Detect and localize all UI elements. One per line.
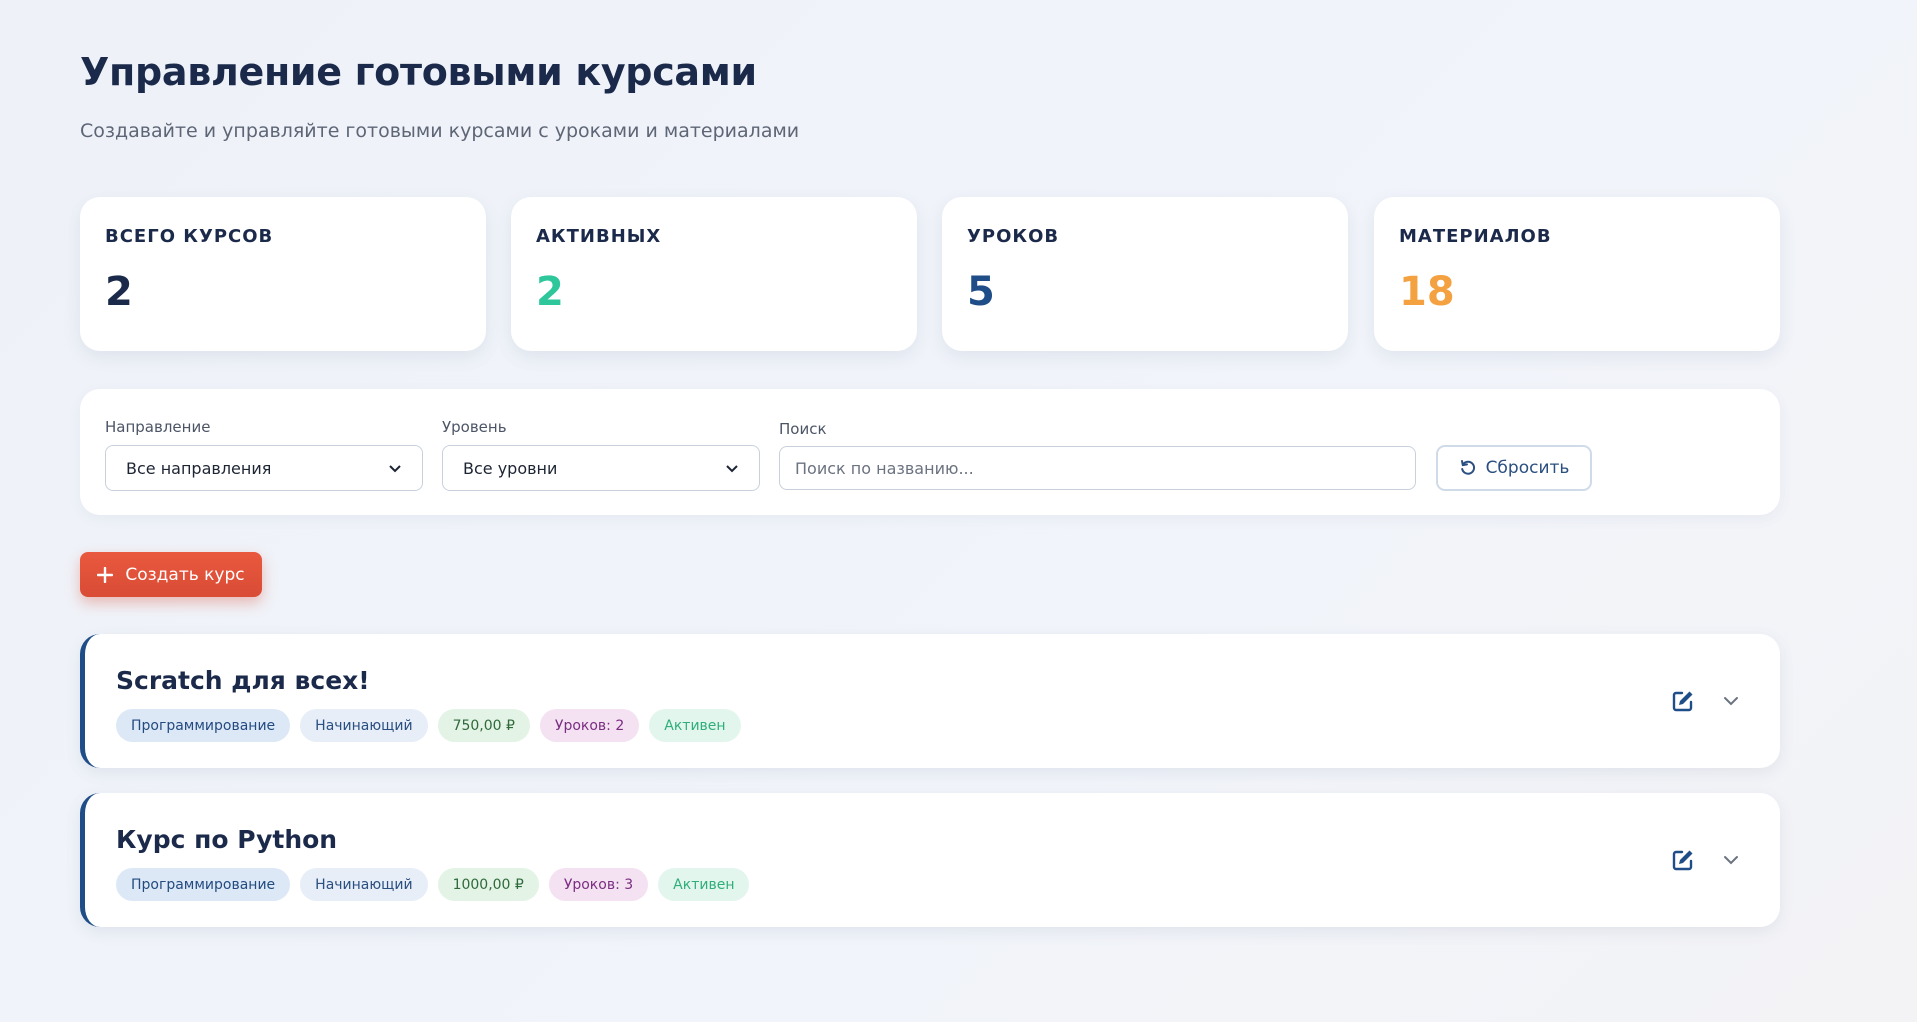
stat-label: ВСЕГО КУРСОВ [105, 226, 274, 247]
price-badge: 1000,00 ₽ [437, 868, 539, 901]
direction-select-value: Все направления [126, 458, 272, 478]
status-badge: Активен [658, 868, 750, 901]
level-select-value: Все уровни [463, 458, 558, 478]
page-title: Управление готовыми курсами [80, 50, 757, 94]
lessons-badge: Уроков: 2 [539, 709, 640, 742]
direction-badge: Программирование [116, 868, 291, 901]
reset-button[interactable]: Сбросить [1436, 445, 1592, 491]
chevron-down-icon[interactable] [1718, 688, 1744, 714]
create-course-label: Создать курс [125, 564, 245, 585]
level-badge: Начинающий [300, 868, 428, 901]
stat-value: 18 [1399, 269, 1455, 315]
stat-value: 5 [967, 269, 995, 315]
reset-button-label: Сбросить [1485, 458, 1570, 478]
create-course-button[interactable]: Создать курс [80, 552, 262, 597]
course-title: Scratch для всех! [116, 666, 370, 695]
chevron-down-icon[interactable] [1718, 847, 1744, 873]
level-select[interactable]: Все уровни [442, 445, 760, 491]
status-badge: Активен [649, 709, 741, 742]
direction-filter-label: Направление [105, 418, 211, 436]
course-card[interactable]: Курс по Python Программирование Начинающ… [80, 793, 1780, 927]
direction-select[interactable]: Все направления [105, 445, 423, 491]
course-tags: Программирование Начинающий 1000,00 ₽ Ур… [116, 868, 750, 901]
price-badge: 750,00 ₽ [437, 709, 530, 742]
direction-badge: Программирование [116, 709, 291, 742]
level-badge: Начинающий [300, 709, 428, 742]
reset-icon [1460, 460, 1475, 475]
stat-card-total-courses: ВСЕГО КУРСОВ 2 [80, 197, 486, 351]
chevron-down-icon [726, 465, 738, 473]
edit-icon[interactable] [1670, 847, 1696, 873]
lessons-badge: Уроков: 3 [548, 868, 649, 901]
stat-card-materials: МАТЕРИАЛОВ 18 [1374, 197, 1780, 351]
stat-label: УРОКОВ [967, 226, 1060, 247]
course-actions [1670, 688, 1744, 714]
stat-value: 2 [105, 269, 133, 315]
course-title: Курс по Python [116, 825, 338, 854]
stats-row: ВСЕГО КУРСОВ 2 АКТИВНЫХ 2 УРОКОВ 5 МАТЕР… [80, 197, 1780, 351]
plus-icon [97, 566, 114, 583]
stat-label: МАТЕРИАЛОВ [1399, 226, 1552, 247]
stat-card-lessons: УРОКОВ 5 [942, 197, 1348, 351]
filters-panel: Направление Все направления Уровень Все … [80, 389, 1780, 515]
edit-icon[interactable] [1670, 688, 1696, 714]
search-input[interactable] [779, 446, 1416, 490]
page-subtitle: Создавайте и управляйте готовыми курсами… [80, 120, 800, 142]
course-actions [1670, 847, 1744, 873]
level-filter-label: Уровень [442, 418, 507, 436]
course-card[interactable]: Scratch для всех! Программирование Начин… [80, 634, 1780, 768]
stat-label: АКТИВНЫХ [536, 226, 662, 247]
stat-value: 2 [536, 269, 564, 315]
course-tags: Программирование Начинающий 750,00 ₽ Уро… [116, 709, 741, 742]
chevron-down-icon [389, 465, 401, 473]
stat-card-active: АКТИВНЫХ 2 [511, 197, 917, 351]
search-filter-label: Поиск [779, 420, 827, 438]
